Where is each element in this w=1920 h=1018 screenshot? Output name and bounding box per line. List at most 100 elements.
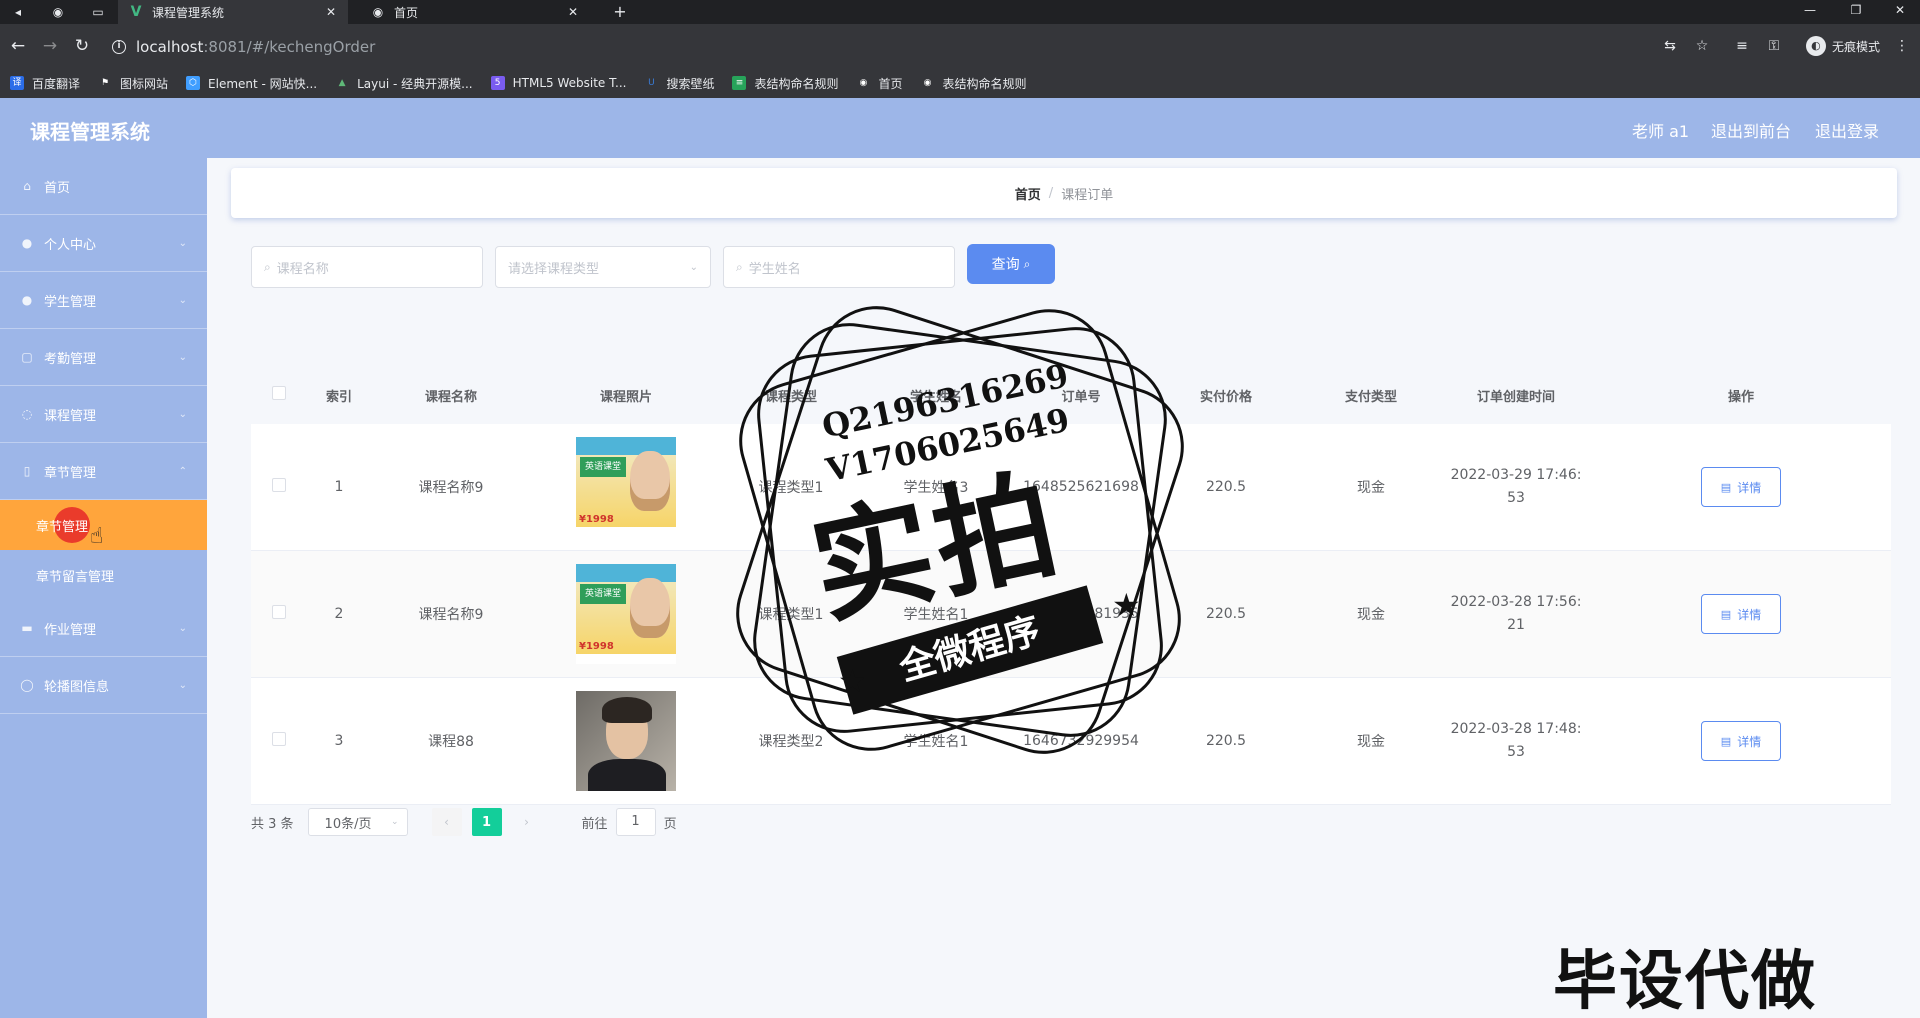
poster-price: ¥1998 xyxy=(579,641,614,652)
bookmark-label: 首页 xyxy=(878,76,903,91)
cell-order-number: 1646732929954 xyxy=(1023,733,1139,749)
cell-price: 220.5 xyxy=(1205,479,1247,495)
tab-home[interactable]: ◉ 首页 ✕ xyxy=(360,0,590,24)
bookmark-label: 表结构命名规则 xyxy=(754,76,839,91)
cell-index: 1 xyxy=(334,479,344,495)
bookmark-item[interactable]: ◉ 表结构命名规则 xyxy=(921,75,1027,92)
new-tab-button[interactable]: + xyxy=(612,4,628,20)
book-icon: ◌ xyxy=(21,407,33,421)
wallpaper-icon: U xyxy=(648,78,655,88)
sidebar-item-students[interactable]: ● 学生管理 ⌄ xyxy=(0,272,207,329)
student-name-input[interactable]: ⌕ 学生姓名 xyxy=(723,246,955,288)
sidebar-subitem-chapters[interactable]: 章节管理 xyxy=(0,500,207,550)
cell-pay-type: 现金 xyxy=(1357,480,1385,496)
bookmark-item[interactable]: ⬡ Element - 网站快... xyxy=(186,75,317,92)
bookmark-item[interactable]: 5 HTML5 Website T... xyxy=(490,76,626,90)
page-size-select[interactable]: 10条/页 ⌄ xyxy=(307,808,408,836)
star-icon[interactable]: ☆ xyxy=(1692,36,1712,56)
bookmark-item[interactable]: U 搜索壁纸 xyxy=(644,75,714,92)
bookmark-item[interactable]: ≡ 表结构命名规则 xyxy=(732,75,838,92)
window-close-icon[interactable]: ✕ xyxy=(1880,0,1920,24)
orders-table: 索引 课程名称 课程照片 课程类型 学生姓名 订单号 实付价格 支付类型 订单创… xyxy=(251,366,1891,805)
course-name-input[interactable]: ⌕ 课程名称 xyxy=(251,246,483,288)
sidebar-item-attendance[interactable]: ▢ 考勤管理 ⌄ xyxy=(0,329,207,386)
menu-icon[interactable]: ⋮ xyxy=(1892,36,1912,56)
url-host: localhost xyxy=(136,38,204,56)
window-icon[interactable]: ▭ xyxy=(90,4,106,20)
translate-icon[interactable]: ⇆ xyxy=(1660,36,1680,56)
minimize-icon[interactable]: — xyxy=(1790,0,1830,24)
chevron-down-icon: ⌄ xyxy=(178,294,187,306)
time-line: 53 xyxy=(1507,490,1525,506)
close-icon[interactable]: ✕ xyxy=(566,5,580,19)
row-checkbox[interactable] xyxy=(272,478,286,492)
back-icon[interactable]: ← xyxy=(8,36,28,56)
address-bar: ← → ↻ i localhost:8081/#/kechengOrder ⇆ … xyxy=(0,24,1920,68)
corner-watermark: 毕设代做 xyxy=(1553,945,1817,1018)
page-suffix: 页 xyxy=(663,816,677,832)
sidebar: ⌂ 首页 ● 个人中心 ⌄ ● 学生管理 ⌄ ▢ 考勤管理 ⌄ ◌ 课程管理 ⌄… xyxy=(0,158,207,1018)
key-icon[interactable]: ⚿ xyxy=(1764,36,1784,56)
calendar-icon: ▢ xyxy=(21,350,33,364)
current-user: 老师 a1 xyxy=(1632,122,1690,141)
reading-list-icon[interactable]: ≡ xyxy=(1732,36,1752,56)
bookmark-item[interactable]: ▲ Layui - 经典开源模... xyxy=(335,75,473,92)
restore-icon[interactable]: ❐ xyxy=(1836,0,1876,24)
sidebar-item-carousel[interactable]: ◯ 轮播图信息 ⌄ xyxy=(0,657,207,714)
detail-button[interactable]: ▤ 详情 xyxy=(1701,467,1781,507)
cell-created-time: 2022-03-29 17:46: 53 xyxy=(1441,464,1591,510)
breadcrumb-home[interactable]: 首页 xyxy=(1015,184,1041,203)
bookmarks-bar: 译百度翻译 ⚑ 图标网站 ⬡ Element - 网站快... ▲ Layui - 经… xyxy=(0,68,1920,98)
row-checkbox[interactable] xyxy=(272,605,286,619)
select-all-checkbox[interactable] xyxy=(272,386,286,400)
course-type-select[interactable]: 请选择课程类型 ⌄ xyxy=(495,246,711,288)
query-button[interactable]: 查询 ⌕ xyxy=(967,244,1055,284)
url-field[interactable]: i localhost:8081/#/kechengOrder xyxy=(112,36,375,58)
exit-to-front-link[interactable]: 退出到前台 xyxy=(1711,118,1791,142)
sidebar-item-homework[interactable]: ▬ 作业管理 ⌄ xyxy=(0,600,207,657)
bookmark-item[interactable]: 译百度翻译 xyxy=(10,75,80,92)
globe-icon: ◉ xyxy=(923,78,932,88)
close-icon[interactable]: ✕ xyxy=(324,5,338,19)
course-name-placeholder: 课程名称 xyxy=(276,261,329,277)
reload-icon[interactable]: ↻ xyxy=(72,36,92,56)
cell-pay-type: 现金 xyxy=(1357,607,1385,623)
course-photo: 英语课堂 ¥1998 xyxy=(576,564,676,664)
globe-icon[interactable]: ◉ xyxy=(50,4,66,20)
course-photo: 英语课堂 ¥1998 xyxy=(576,437,676,537)
sidebar-item-home[interactable]: ⌂ 首页 xyxy=(0,158,207,215)
breadcrumb-separator: / xyxy=(1048,185,1054,201)
sidebar-item-profile[interactable]: ● 个人中心 ⌄ xyxy=(0,215,207,272)
time-line: 21 xyxy=(1507,617,1525,633)
sidebar-item-label: 首页 xyxy=(44,180,71,196)
goto-page-input[interactable]: 1 xyxy=(615,808,656,836)
detail-button[interactable]: ▤ 详情 xyxy=(1701,594,1781,634)
bookmark-item[interactable]: ⚑ 图标网站 xyxy=(98,75,168,92)
audio-icon[interactable]: ◂ xyxy=(10,4,26,20)
vue-logo-icon: V xyxy=(130,4,142,20)
page-size-value: 10条/页 xyxy=(324,816,372,832)
detail-button[interactable]: ▤ 详情 xyxy=(1701,721,1781,761)
next-page-button[interactable]: › xyxy=(512,808,542,836)
main-content: 首页 / 课程订单 ⌕ 课程名称 请选择课程类型 ⌄ ⌕ 学生姓名 查询 ⌕ 索… xyxy=(207,158,1920,1018)
sidebar-subitem-chapter-comments[interactable]: 章节留言管理 xyxy=(0,550,207,600)
info-icon[interactable]: i xyxy=(112,40,126,54)
forward-icon[interactable]: → xyxy=(40,36,60,56)
goto-label: 前往 xyxy=(581,816,608,832)
tab-course-system[interactable]: V 课程管理系统 ✕ xyxy=(118,0,348,24)
prev-page-button[interactable]: ‹ xyxy=(431,808,462,836)
sidebar-item-chapters[interactable]: ▯ 章节管理 ⌃ xyxy=(0,443,207,500)
page-number-current[interactable]: 1 xyxy=(471,808,502,836)
sidebar-item-courses[interactable]: ◌ 课程管理 ⌄ xyxy=(0,386,207,443)
chevron-down-icon: ⌄ xyxy=(178,679,187,691)
cell-course-type: 课程类型2 xyxy=(758,734,824,750)
incognito-indicator[interactable]: ◐ 无痕模式 xyxy=(1805,35,1880,57)
translate-icon: 译 xyxy=(10,76,24,90)
column-header: 订单创建时间 xyxy=(1476,389,1555,405)
cell-student-name: 学生姓名3 xyxy=(903,480,969,496)
chevron-down-icon: ⌄ xyxy=(178,408,187,420)
bookmark-item[interactable]: ◉ 首页 xyxy=(856,75,903,92)
row-checkbox[interactable] xyxy=(272,732,286,746)
logout-link[interactable]: 退出登录 xyxy=(1815,118,1879,142)
home-icon: ⌂ xyxy=(23,179,31,193)
